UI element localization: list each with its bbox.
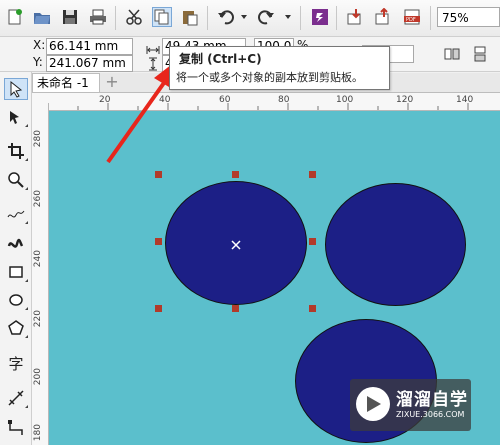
connector-tool-icon[interactable] bbox=[4, 417, 28, 439]
open-folder-icon[interactable] bbox=[32, 7, 52, 27]
mirror-vertical-icon[interactable] bbox=[471, 45, 489, 63]
selection-handle[interactable] bbox=[309, 171, 316, 178]
toolbox: 字 bbox=[0, 72, 32, 445]
save-icon[interactable] bbox=[60, 7, 80, 27]
watermark-subtitle: ZIXUE.3066.COM bbox=[396, 410, 465, 419]
copy-icon[interactable] bbox=[152, 7, 172, 27]
width-icon bbox=[146, 40, 160, 54]
selection-handle[interactable] bbox=[155, 171, 162, 178]
y-label: Y: bbox=[33, 55, 43, 69]
ellipse[interactable] bbox=[325, 183, 466, 306]
app-launcher-icon[interactable] bbox=[310, 7, 330, 27]
copy-tooltip: 复制 (Ctrl+C) 将一个或多个对象的副本放到剪贴板。 bbox=[169, 46, 390, 90]
cut-icon[interactable] bbox=[124, 7, 144, 27]
pick-tool-icon[interactable] bbox=[4, 78, 28, 100]
document-tab[interactable]: 未命名 -1 bbox=[32, 73, 100, 92]
print-icon[interactable] bbox=[88, 7, 108, 27]
vertical-ruler[interactable]: 280 260 240 220 200 180 bbox=[32, 110, 49, 445]
crop-tool-icon[interactable] bbox=[4, 140, 28, 162]
zoom-tool-icon[interactable] bbox=[4, 169, 28, 191]
selection-handle[interactable] bbox=[232, 305, 239, 312]
selection-handle[interactable] bbox=[155, 305, 162, 312]
watermark-logo-icon bbox=[356, 387, 390, 421]
publish-pdf-icon[interactable]: PDF bbox=[402, 7, 422, 27]
selection-handle[interactable] bbox=[155, 238, 162, 245]
svg-text:PDF: PDF bbox=[406, 17, 416, 23]
ruler-label: 180 bbox=[33, 424, 43, 442]
export-icon[interactable] bbox=[373, 7, 393, 27]
text-tool-icon[interactable]: 字 bbox=[4, 352, 28, 374]
ruler-label: 220 bbox=[33, 310, 43, 328]
tooltip-title: 复制 (Ctrl+C) bbox=[179, 52, 262, 66]
x-label: X: bbox=[33, 38, 46, 52]
freehand-tool-icon[interactable] bbox=[4, 203, 28, 225]
watermark-title: 溜溜自学 bbox=[396, 390, 468, 410]
ruler-label: 260 bbox=[33, 190, 43, 208]
standard-toolbar: PDF 75% bbox=[0, 0, 500, 37]
artistic-media-tool-icon[interactable] bbox=[4, 232, 28, 254]
selection-handle[interactable] bbox=[309, 305, 316, 312]
rectangle-tool-icon[interactable] bbox=[4, 261, 28, 283]
selection-handle[interactable] bbox=[309, 238, 316, 245]
undo-icon[interactable] bbox=[216, 7, 236, 27]
ellipse-tool-icon[interactable] bbox=[4, 289, 28, 311]
ruler-label: 280 bbox=[33, 130, 43, 148]
undo-dropdown-icon[interactable] bbox=[241, 15, 247, 19]
new-document-icon[interactable] bbox=[5, 7, 25, 27]
watermark: 溜溜自学 ZIXUE.3066.COM bbox=[350, 379, 471, 431]
tooltip-description: 将一个或多个对象的副本放到剪贴板。 bbox=[176, 71, 363, 84]
redo-icon[interactable] bbox=[256, 7, 276, 27]
dimension-tool-icon[interactable] bbox=[4, 387, 28, 409]
shape-tool-icon[interactable] bbox=[4, 106, 28, 128]
ruler-label: 240 bbox=[33, 250, 43, 268]
mirror-horizontal-icon[interactable] bbox=[443, 45, 461, 63]
paste-icon[interactable] bbox=[180, 7, 200, 27]
polygon-tool-icon[interactable] bbox=[4, 317, 28, 339]
selection-handle[interactable] bbox=[232, 171, 239, 178]
center-mark-icon bbox=[231, 235, 241, 250]
import-icon[interactable] bbox=[345, 7, 365, 27]
ruler-label: 200 bbox=[33, 368, 43, 386]
ruler-corner[interactable] bbox=[32, 93, 49, 111]
zoom-level-select[interactable]: 75% bbox=[437, 7, 500, 27]
redo-dropdown-icon[interactable] bbox=[285, 15, 291, 19]
